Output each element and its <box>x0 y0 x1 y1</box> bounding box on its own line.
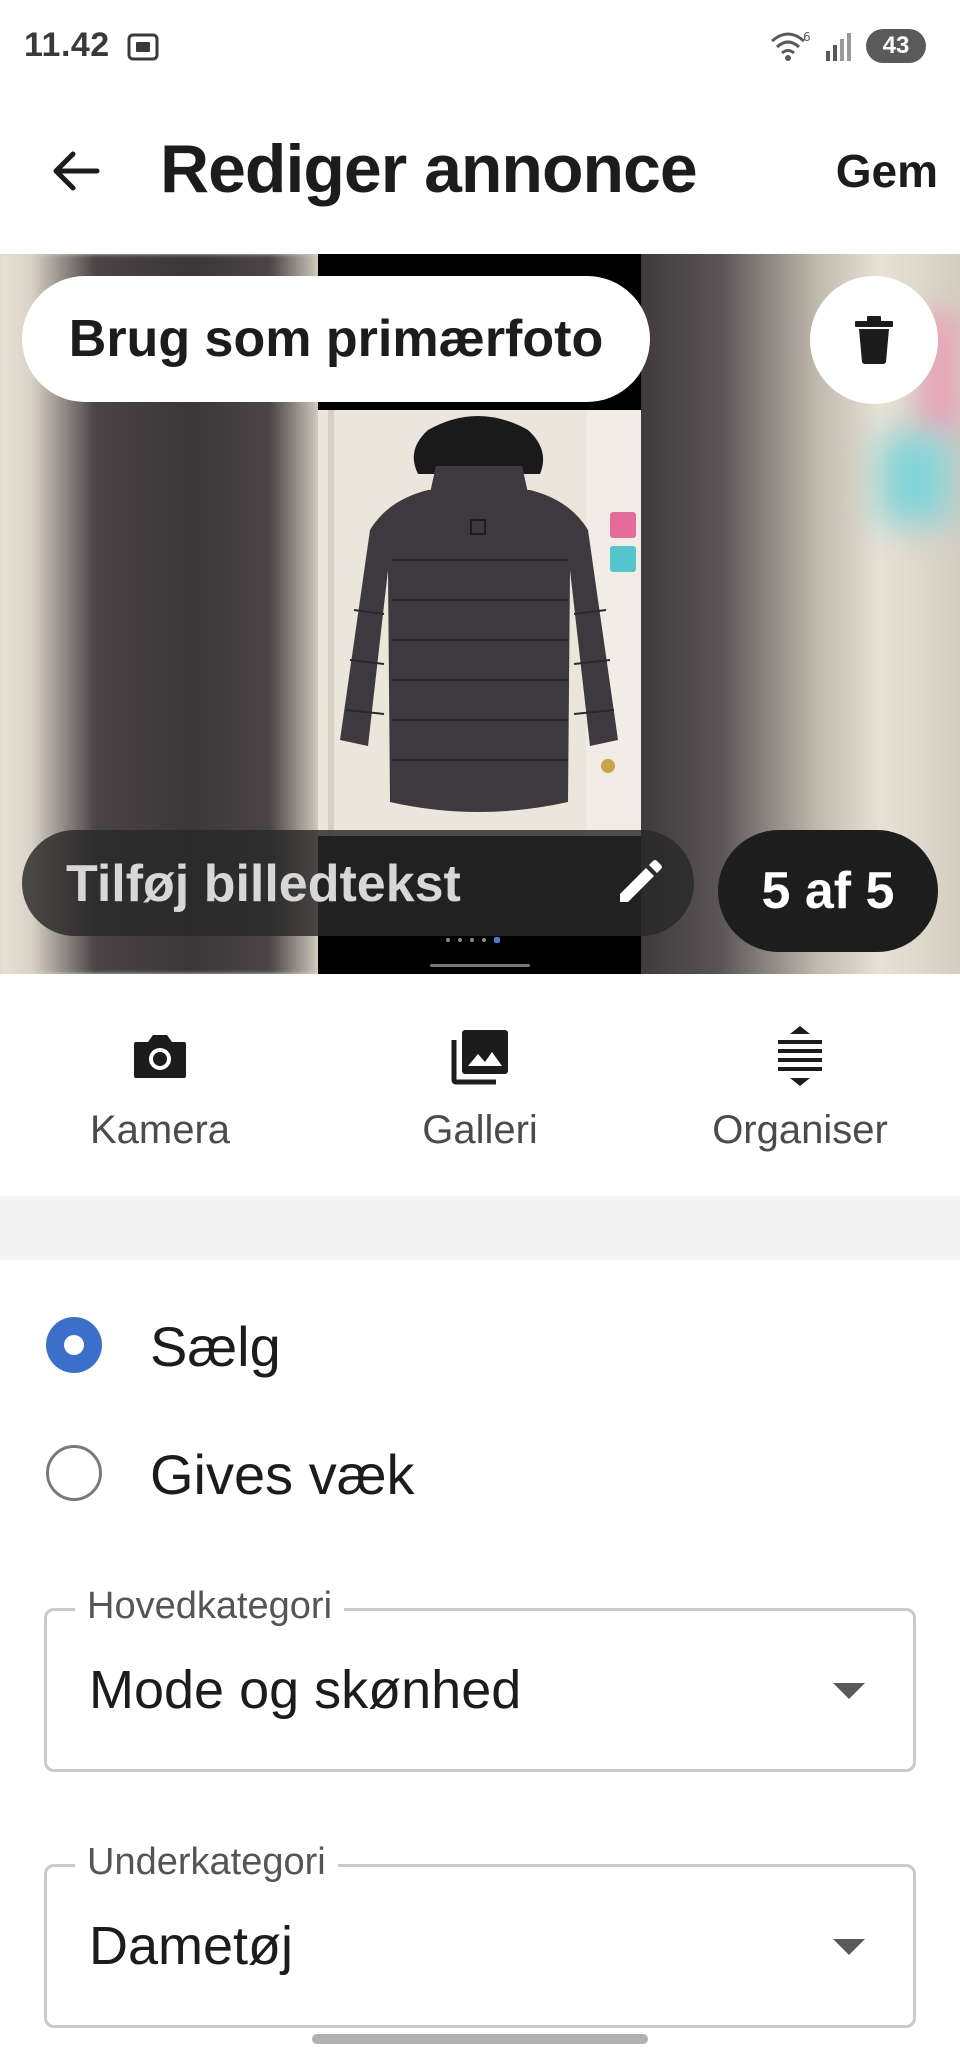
wifi-icon: 6 <box>771 30 811 61</box>
photo-actions: Kamera Galleri Organiser <box>0 974 960 1196</box>
camera-icon <box>134 1035 186 1078</box>
app-bar: Rediger annonce Gem <box>0 92 960 254</box>
gallery-icon <box>451 1030 508 1085</box>
camera-button[interactable]: Kamera <box>0 974 320 1196</box>
gallery-button[interactable]: Galleri <box>320 974 640 1196</box>
dropdown-arrow-icon <box>833 1683 865 1699</box>
section-divider <box>0 1196 960 1260</box>
sub-category-select[interactable]: Underkategori Dametøj <box>44 1841 916 2028</box>
page-title: Rediger annonce <box>160 131 698 207</box>
photo-counter: 5 af 5 <box>718 830 938 952</box>
radio-sell[interactable]: Sælg <box>0 1290 960 1400</box>
gesture-nav-handle[interactable] <box>312 2034 648 2044</box>
caption-input[interactable]: Tilføj billedtekst <box>22 830 694 936</box>
save-button[interactable]: Gem <box>836 144 938 198</box>
radio-button-selected[interactable] <box>46 1317 102 1373</box>
organize-button[interactable]: Organiser <box>640 974 960 1196</box>
radio-button[interactable] <box>46 1445 102 1501</box>
trash-icon <box>855 316 893 364</box>
signal-icon <box>826 33 851 61</box>
status-bar: 11.42 6 43 <box>0 0 960 92</box>
reorder-icon <box>778 1026 822 1086</box>
caption-placeholder: Tilføj billedtekst <box>66 855 461 913</box>
photo-blur-accent <box>880 434 950 524</box>
arrow-left-icon <box>53 151 100 191</box>
dropdown-arrow-icon <box>833 1939 865 1955</box>
photo-carousel[interactable]: Brug som primærfoto Tilføj billedtekst 5… <box>0 254 960 974</box>
status-icons: 6 43 <box>768 26 926 66</box>
radio-label-sell: Sælg <box>150 1315 281 1378</box>
organize-label: Organiser <box>712 1108 888 1152</box>
main-category-label: Hovedkategori <box>75 1585 345 1628</box>
sub-category-value: Dametøj <box>89 1916 294 1976</box>
set-primary-photo-button[interactable]: Brug som primærfoto <box>22 276 650 402</box>
delete-photo-button[interactable] <box>810 276 938 404</box>
sub-category-label: Underkategori <box>75 1841 338 1884</box>
radio-label-give-away: Gives væk <box>150 1443 415 1506</box>
back-button[interactable] <box>40 136 110 206</box>
main-category-select[interactable]: Hovedkategori Mode og skønhed <box>44 1585 916 1772</box>
screenshot-icon <box>127 33 159 61</box>
main-category-value: Mode og skønhed <box>89 1660 522 1720</box>
status-time: 11.42 <box>24 26 110 64</box>
battery-icon: 43 <box>866 29 926 63</box>
coat-image <box>318 410 641 836</box>
pencil-icon[interactable] <box>612 854 668 910</box>
svg-text:6: 6 <box>803 30 811 44</box>
gallery-label: Galleri <box>422 1108 538 1152</box>
photo-content <box>318 410 641 836</box>
carousel-indicator <box>446 937 500 943</box>
camera-label: Kamera <box>89 1108 231 1152</box>
radio-give-away[interactable]: Gives væk <box>0 1418 960 1528</box>
photo-handle <box>430 964 530 967</box>
